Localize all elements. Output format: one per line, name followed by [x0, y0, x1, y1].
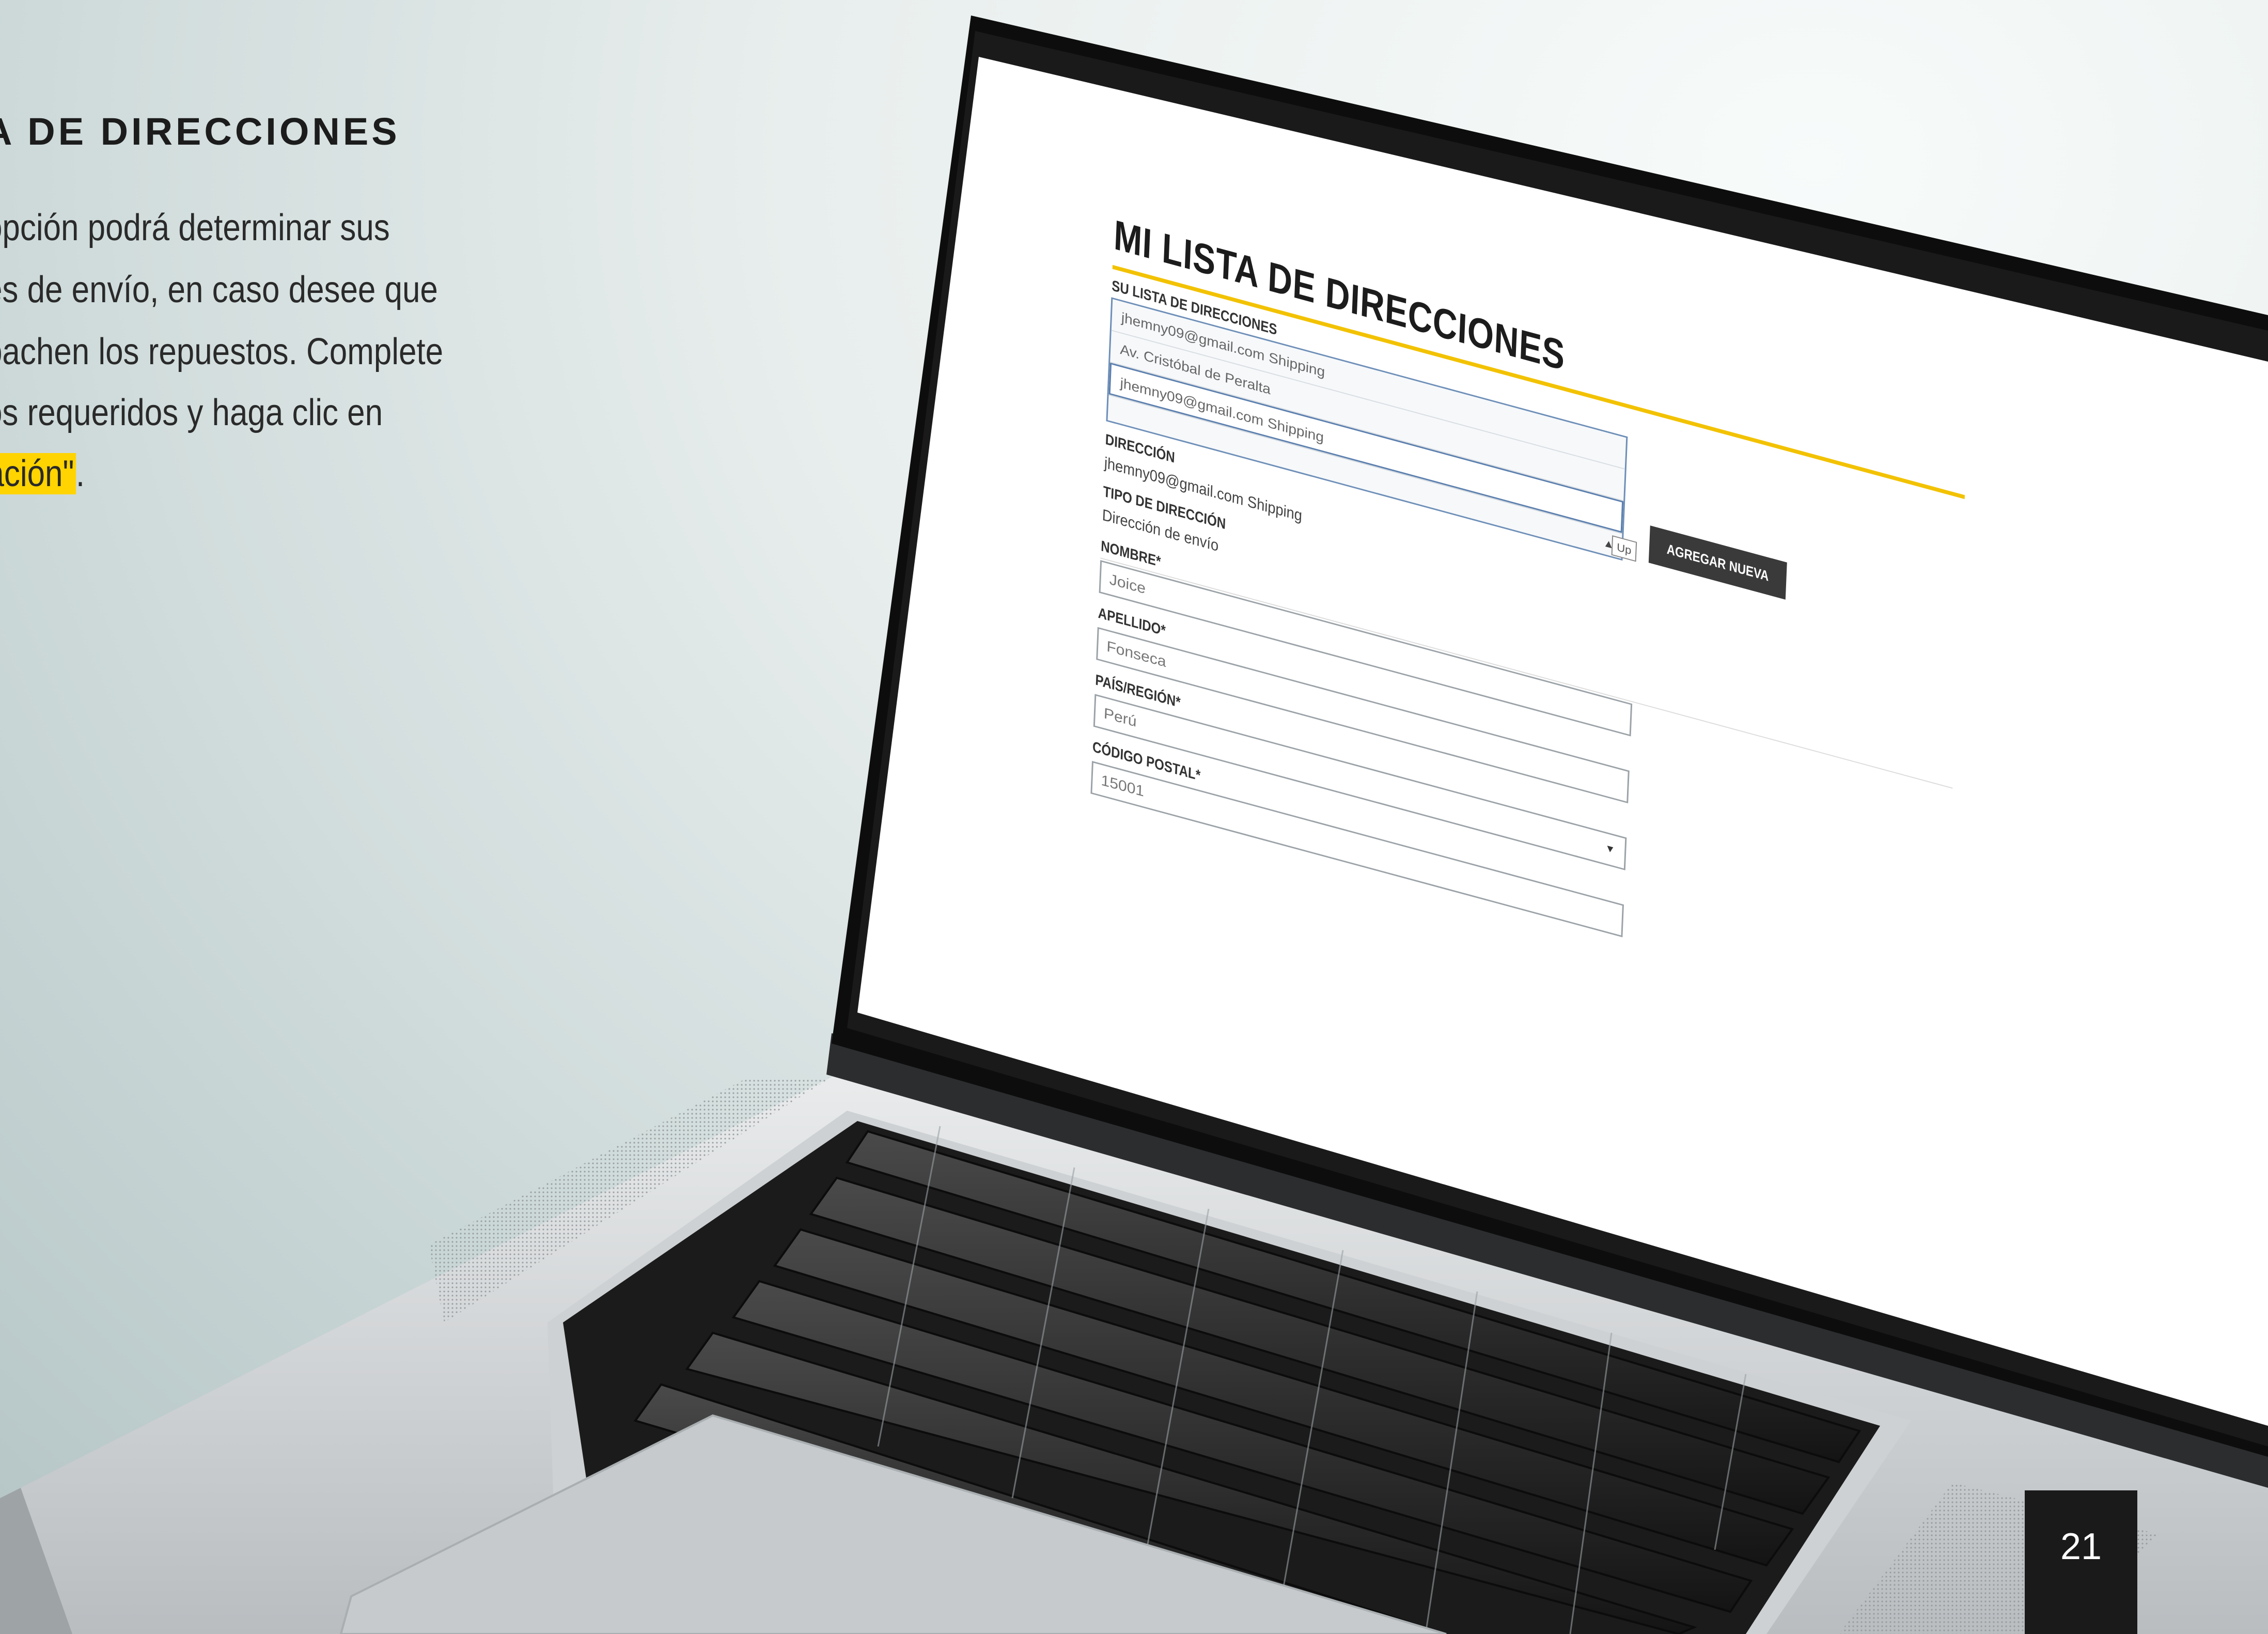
add-new-button-label: AGREGAR NUEVA [1666, 540, 1770, 584]
pais-value: Perú [1103, 705, 1137, 730]
chevron-down-icon[interactable]: ▼ [1605, 843, 1616, 857]
add-new-button[interactable]: AGREGAR NUEVA [1648, 525, 1787, 600]
page-number: 21 [2025, 1490, 2137, 1634]
